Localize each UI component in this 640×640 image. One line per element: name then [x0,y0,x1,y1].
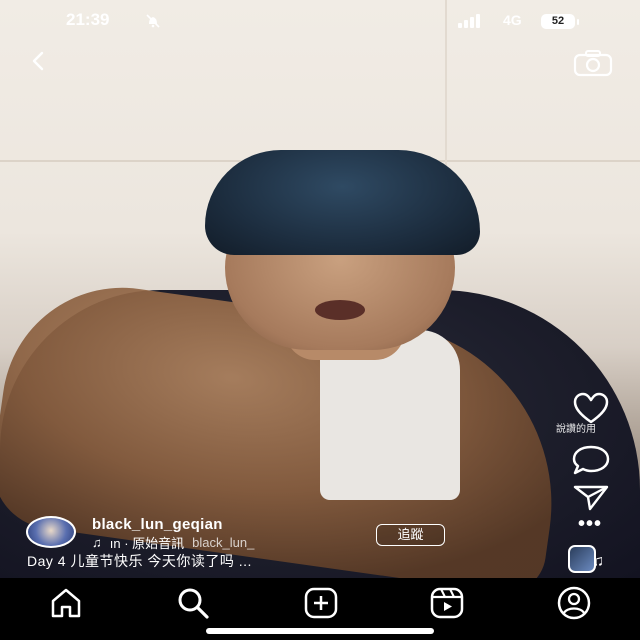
search-icon[interactable] [175,586,211,620]
comment-icon[interactable] [571,444,611,476]
chevron-left-icon[interactable] [28,49,50,73]
audio-track-button[interactable]: ♫ [568,545,610,575]
music-info[interactable]: ♫ ın · 原始音訊 black_lun_ [92,533,254,552]
send-icon[interactable] [572,483,610,511]
music-artist: black_lun_ [192,535,255,550]
music-note-icon: ♫ [92,535,102,550]
network-type: 4G [503,12,522,28]
battery-icon: 52 [541,14,579,29]
music-source: ın · 原始音訊 [109,536,185,551]
camera-icon[interactable] [573,49,613,77]
like-caption: 說讚的用 [556,424,596,435]
home-indicator [206,628,434,634]
plus-square-icon[interactable] [303,586,339,620]
hair [205,150,480,255]
reels-icon[interactable] [429,586,465,620]
status-bar: 21:39 4G 52 [0,10,640,34]
bell-off-icon [146,14,160,31]
home-icon[interactable] [48,586,84,620]
status-time: 21:39 [66,10,110,29]
signal-icon [458,14,480,28]
reel-video[interactable] [0,0,640,578]
mouth [315,300,365,320]
post-caption[interactable]: Day 4 儿童节快乐 今天你读了吗 ... [27,551,252,571]
post-username[interactable]: black_lun_geqian [92,516,223,533]
avatar[interactable] [26,516,76,548]
music-note-icon: ♫ [592,553,604,570]
more-options-button[interactable]: ••• [578,513,602,536]
profile-icon[interactable] [556,586,592,620]
follow-button[interactable]: 追蹤 [376,524,445,546]
